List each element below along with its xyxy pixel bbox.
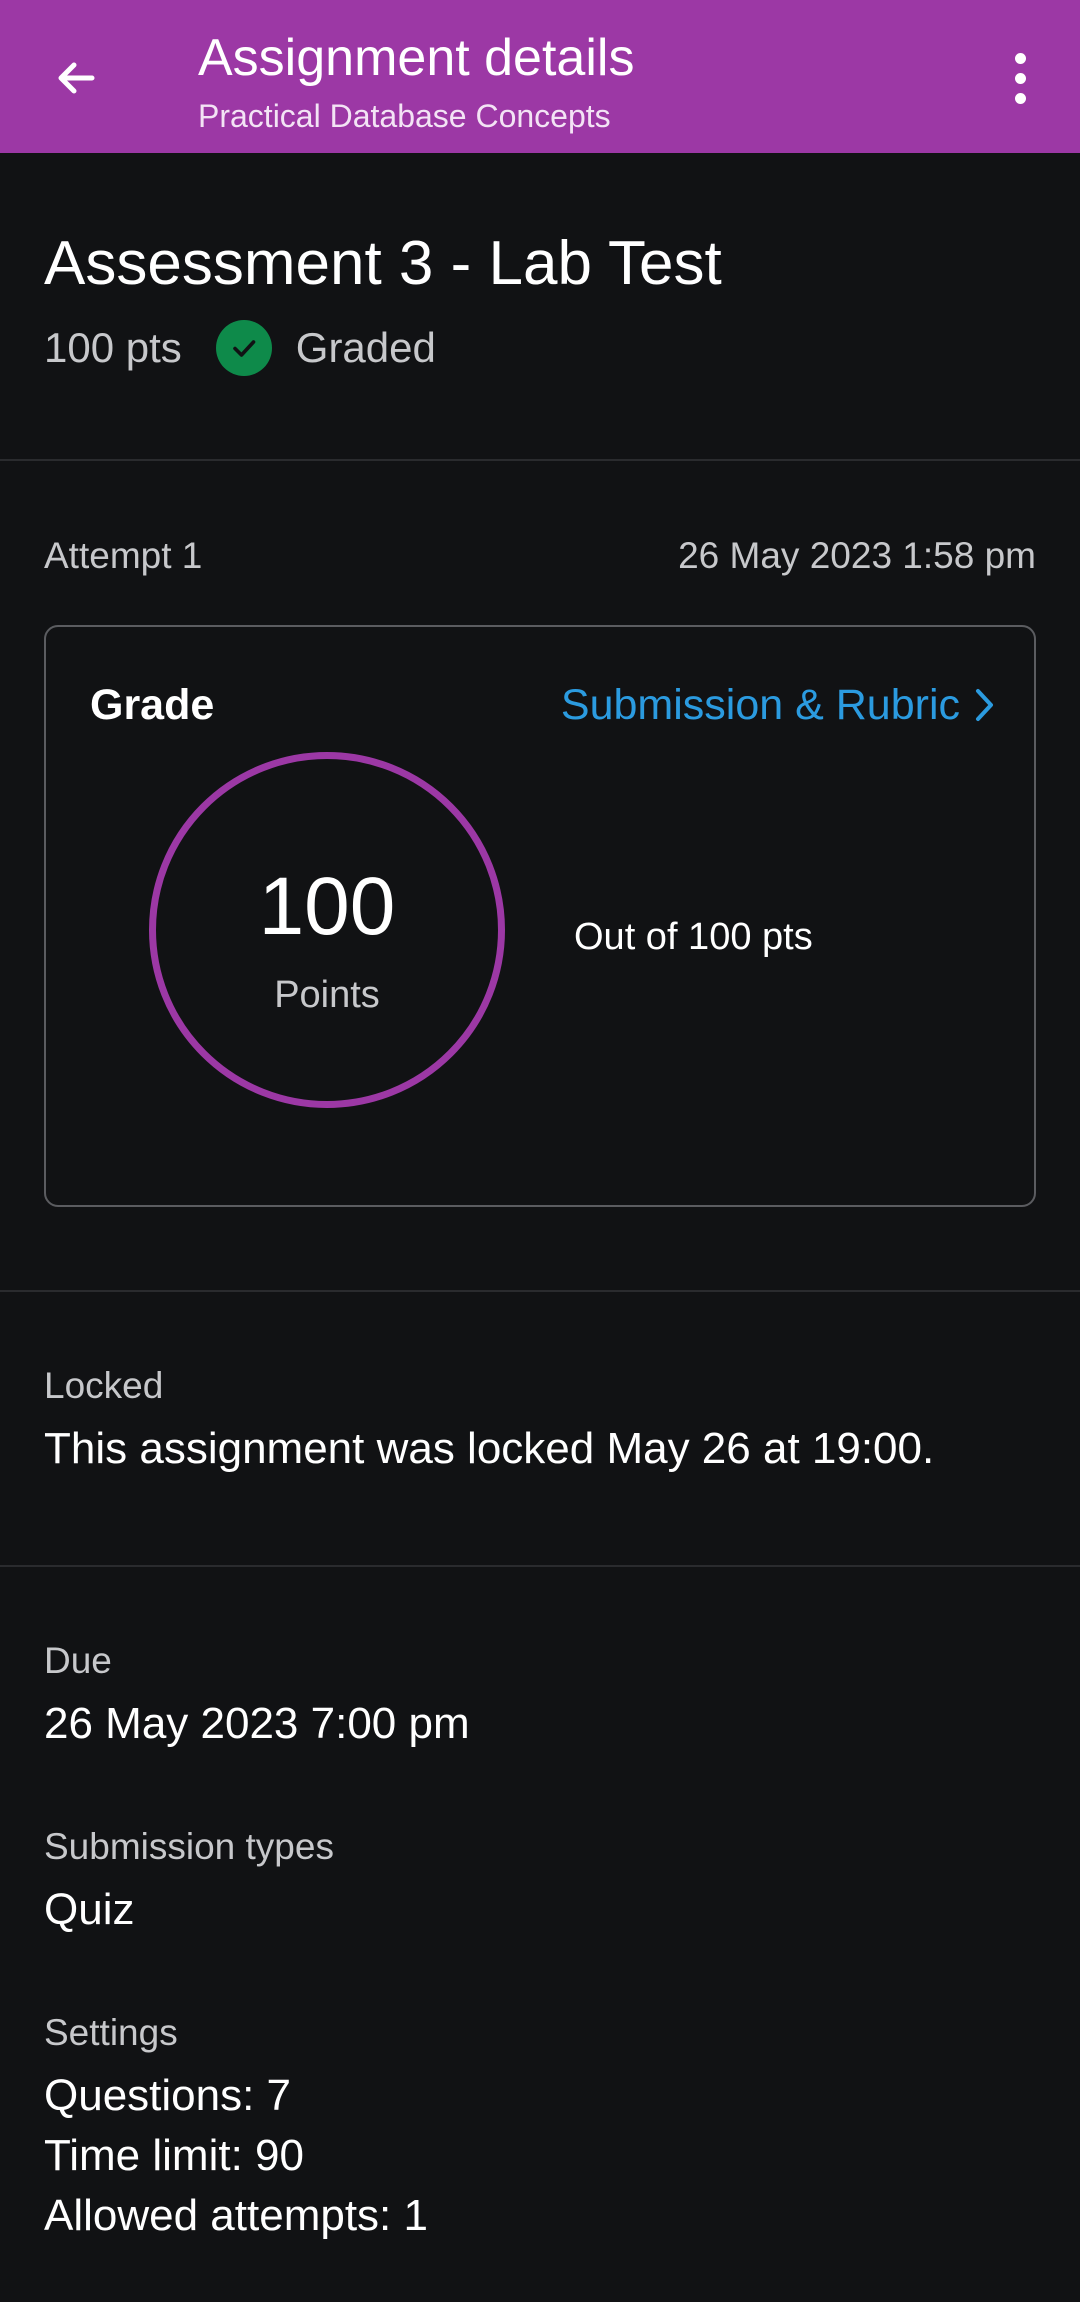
due-value: 26 May 2023 7:00 pm [44,1699,470,1748]
more-options-button[interactable] [996,42,1044,114]
settings-time-limit: Time limit: 90 [44,2131,304,2180]
locked-label: Locked [44,1365,164,1406]
settings-allowed-attempts: Allowed attempts: 1 [44,2191,428,2240]
attempt-label: Attempt 1 [44,535,203,576]
status-badge: Graded [295,324,436,371]
submission-types-value: Quiz [44,1885,135,1934]
divider [0,459,1080,461]
grade-out-of: Out of 100 pts [574,916,813,958]
divider [0,1290,1080,1292]
grade-ring: 100 Points [149,752,505,1108]
check-circle-icon [215,320,272,376]
more-vertical-icon [1014,52,1026,64]
grade-unit: Points [274,974,380,1016]
arrow-left-icon [58,62,95,94]
back-button[interactable] [40,42,112,114]
locked-text: This assignment was locked May 26 at 19:… [44,1424,935,1473]
settings-questions: Questions: 7 [44,2071,292,2120]
divider [0,1565,1080,1567]
assignment-meta: 100 pts Graded [44,320,436,376]
assignment-title: Assessment 3 - Lab Test [44,229,722,298]
submission-types-label: Submission types [44,1826,334,1867]
attempt-date: 26 May 2023 1:58 pm [678,535,1036,576]
settings-label: Settings [44,2012,178,2053]
grade-label: Grade [90,681,215,729]
submission-rubric-label: Submission & Rubric [560,681,960,729]
app-bar-subtitle: Practical Database Concepts [198,98,611,134]
app-bar-title: Assignment details [198,29,635,87]
app-bar: Assignment details Practical Database Co… [0,0,1080,153]
assignment-points: 100 pts [44,324,182,371]
grade-score: 100 [258,861,396,952]
grade-card: Grade Submission & Rubric 100 Points Out… [44,625,1036,1207]
submission-rubric-link[interactable]: Submission & Rubric [561,677,996,733]
chevron-right-icon [976,689,993,721]
due-label: Due [44,1640,112,1681]
